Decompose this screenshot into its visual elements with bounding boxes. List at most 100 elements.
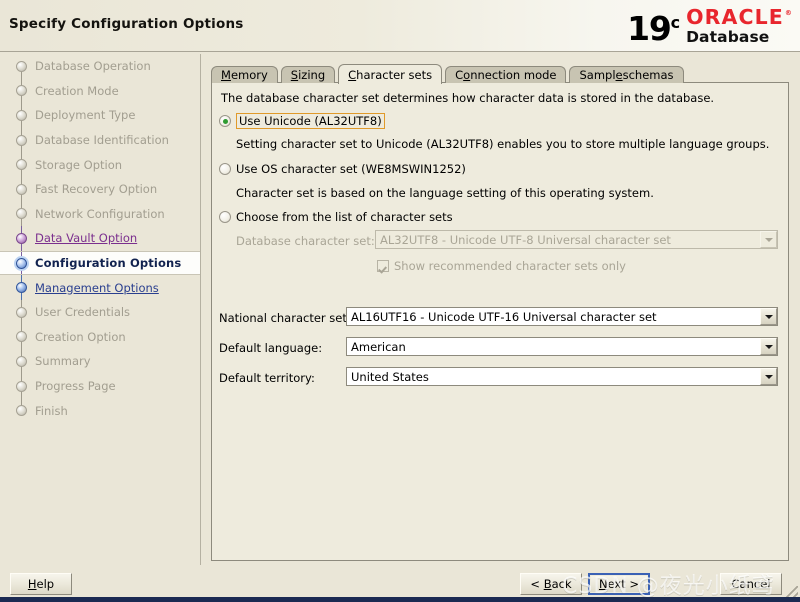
sidebar-item-label: Network Configuration bbox=[35, 206, 165, 221]
back-button[interactable]: < Back bbox=[520, 573, 582, 595]
default-territory-value: United States bbox=[351, 369, 429, 384]
sidebar-item-fast-recovery-option[interactable]: Fast Recovery Option bbox=[0, 176, 200, 202]
sidebar-item-label: Deployment Type bbox=[35, 108, 136, 123]
next-button[interactable]: Next > bbox=[588, 573, 650, 595]
help-button-label: Help bbox=[27, 577, 55, 591]
default-language-dropdown[interactable]: American bbox=[346, 337, 778, 356]
sidebar-item-label: Database Identification bbox=[35, 133, 169, 148]
radio-use-os-charset-label: Use OS character set (WE8MSWIN1252) bbox=[236, 162, 466, 176]
radio-use-os-charset-description: Character set is based on the language s… bbox=[236, 186, 654, 200]
version-badge: 19c bbox=[627, 12, 680, 45]
dbca-configuration-options-window: Specify Configuration Options 19c ORACLE… bbox=[0, 0, 800, 602]
step-bullet-icon bbox=[16, 306, 27, 318]
step-bullet-icon bbox=[16, 232, 27, 244]
radio-choose-from-list-label: Choose from the list of character sets bbox=[236, 210, 453, 224]
step-bullet-icon bbox=[16, 85, 27, 97]
radio-button-icon[interactable] bbox=[219, 211, 231, 223]
sidebar-item-user-credentials[interactable]: User Credentials bbox=[0, 299, 200, 325]
cancel-button[interactable]: Cancel bbox=[720, 573, 782, 595]
sidebar-item-progress-page[interactable]: Progress Page bbox=[0, 373, 200, 399]
sidebar-item-creation-mode[interactable]: Creation Mode bbox=[0, 78, 200, 104]
step-bullet-icon bbox=[16, 282, 27, 294]
tab-memory-mnemonic: M bbox=[221, 68, 231, 82]
step-bullet-icon bbox=[16, 60, 27, 72]
database-character-set-dropdown[interactable]: AL32UTF8 - Unicode UTF-8 Universal chara… bbox=[375, 230, 778, 249]
tab-connection-mode-mnemonic: o bbox=[463, 68, 471, 82]
step-bullet-icon bbox=[16, 208, 27, 220]
tab-connection-mode-label-a: C bbox=[455, 68, 464, 82]
sidebar-item-label: Configuration Options bbox=[35, 256, 182, 271]
default-territory-label: Default territory: bbox=[219, 371, 315, 385]
tab-memory-label: emory bbox=[230, 68, 268, 82]
tab-sizing-mnemonic: S bbox=[290, 68, 299, 82]
default-territory-dropdown[interactable]: United States bbox=[346, 367, 778, 386]
tab-character-sets[interactable]: Character sets bbox=[338, 64, 443, 84]
sidebar-item-data-vault-option[interactable]: Data Vault Option bbox=[0, 226, 200, 251]
sidebar-item-configuration-options[interactable]: Configuration Options bbox=[0, 250, 200, 276]
sidebar-item-label: Storage Option bbox=[35, 157, 123, 172]
brand-text: ORACLE Database bbox=[686, 7, 792, 45]
radio-use-os-charset[interactable]: Use OS character set (WE8MSWIN1252) bbox=[219, 162, 466, 176]
radio-use-unicode-label: Use Unicode (AL32UTF8) bbox=[236, 113, 385, 129]
radio-button-icon[interactable] bbox=[219, 115, 231, 127]
chevron-down-icon[interactable] bbox=[760, 231, 777, 248]
tab-sample-schemas-label-a: Sampl bbox=[579, 68, 616, 82]
wizard-step-sidebar: Database Operation Creation Mode Deploym… bbox=[0, 54, 201, 565]
tab-character-sets-label: haracter sets bbox=[356, 67, 433, 82]
chevron-down-icon[interactable] bbox=[760, 338, 777, 355]
sidebar-item-summary[interactable]: Summary bbox=[0, 349, 200, 374]
tab-sample-schemas-mnemonic: e bbox=[615, 68, 623, 82]
tab-connection-mode[interactable]: Co nnection mode bbox=[445, 66, 567, 83]
national-character-set-label: National character set: bbox=[219, 311, 351, 325]
version-number: 19 bbox=[627, 8, 672, 48]
step-bullet-icon bbox=[16, 331, 27, 343]
tab-sizing[interactable]: Sizing bbox=[280, 66, 336, 83]
chevron-down-icon[interactable] bbox=[760, 308, 777, 325]
sidebar-item-finish[interactable]: Finish bbox=[0, 398, 200, 423]
product-name: Database bbox=[686, 27, 770, 46]
tab-sample-schemas-label-b: schemas bbox=[622, 68, 674, 82]
radio-use-unicode-description: Setting character set to Unicode (AL32UT… bbox=[236, 137, 770, 151]
show-recommended-charsets-label: Show recommended character sets only bbox=[394, 259, 626, 273]
help-button[interactable]: Help bbox=[10, 573, 72, 595]
step-bullet-icon bbox=[16, 109, 27, 121]
sidebar-item-storage-option[interactable]: Storage Option bbox=[0, 152, 200, 177]
checkbox-icon[interactable] bbox=[377, 260, 389, 272]
sidebar-item-database-identification[interactable]: Database Identification bbox=[0, 127, 200, 153]
database-character-set-label: Database character set: bbox=[236, 234, 375, 248]
sidebar-item-label: Progress Page bbox=[35, 379, 116, 394]
next-button-label: Next > bbox=[598, 577, 640, 591]
sidebar-item-network-configuration[interactable]: Network Configuration bbox=[0, 201, 200, 227]
step-bullet-icon bbox=[16, 183, 27, 195]
radio-choose-from-list[interactable]: Choose from the list of character sets bbox=[219, 210, 453, 224]
window-bottom-edge bbox=[0, 597, 800, 602]
tab-sizing-label: izing bbox=[298, 68, 326, 82]
sidebar-item-label: Creation Mode bbox=[35, 83, 119, 98]
step-bullet-icon bbox=[16, 134, 27, 146]
national-character-set-dropdown[interactable]: AL16UTF16 - Unicode UTF-16 Universal cha… bbox=[346, 307, 778, 326]
database-character-set-value: AL32UTF8 - Unicode UTF-8 Universal chara… bbox=[380, 232, 671, 247]
chevron-down-icon[interactable] bbox=[760, 368, 777, 385]
sidebar-item-management-options[interactable]: Management Options bbox=[0, 275, 200, 300]
sidebar-item-creation-option[interactable]: Creation Option bbox=[0, 324, 200, 350]
radio-button-icon[interactable] bbox=[219, 163, 231, 175]
sidebar-item-label: Summary bbox=[35, 354, 91, 369]
step-bullet-icon bbox=[16, 257, 27, 269]
sidebar-item-deployment-type[interactable]: Deployment Type bbox=[0, 103, 200, 128]
tab-memory[interactable]: Memory bbox=[211, 66, 278, 83]
sidebar-item-label: Management Options bbox=[35, 280, 159, 295]
radio-use-unicode[interactable]: Use Unicode (AL32UTF8) bbox=[219, 113, 385, 129]
step-bullet-icon bbox=[16, 159, 27, 171]
configuration-tab-panel: Memory Sizing Character sets Co nnection … bbox=[208, 54, 793, 565]
character-sets-tab-content: The database character set determines ho… bbox=[211, 82, 789, 561]
tab-sample-schemas[interactable]: Sampl e schemas bbox=[569, 66, 684, 83]
oracle-wordmark: ORACLE bbox=[686, 7, 792, 28]
step-bullet-icon bbox=[16, 380, 27, 392]
show-recommended-charsets-checkbox-row[interactable]: Show recommended character sets only bbox=[377, 259, 626, 273]
sidebar-item-database-operation[interactable]: Database Operation bbox=[0, 54, 200, 79]
intro-description: The database character set determines ho… bbox=[221, 91, 715, 105]
sidebar-item-label: User Credentials bbox=[35, 305, 131, 320]
version-suffix: c bbox=[670, 12, 681, 32]
sidebar-item-label: Fast Recovery Option bbox=[35, 182, 158, 197]
sidebar-item-label: Finish bbox=[35, 403, 68, 418]
